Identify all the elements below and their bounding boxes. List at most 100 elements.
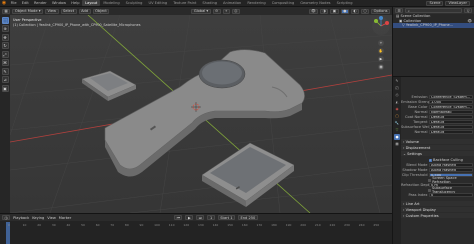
menu-window[interactable]: Window xyxy=(49,1,68,5)
section-line-art[interactable]: › Line Art xyxy=(401,201,474,206)
grid-icon[interactable]: ▦ xyxy=(378,64,384,70)
menu-object[interactable]: Object xyxy=(92,8,110,14)
tab-layout[interactable]: Layout xyxy=(82,0,101,6)
annotate-icon[interactable]: ✎ xyxy=(1,67,9,75)
section-settings[interactable]: ⌄ Settings xyxy=(401,151,474,156)
timeline-marker-menu[interactable]: Marker xyxy=(59,216,71,220)
add-cube-icon[interactable]: ▣ xyxy=(1,84,9,92)
scale-icon[interactable]: ⤢ xyxy=(1,50,9,58)
material-tab-icon[interactable]: ● xyxy=(394,134,400,140)
menu-file[interactable]: File xyxy=(8,1,19,5)
tab-modeling[interactable]: Modeling xyxy=(100,0,122,6)
mode-dropdown[interactable]: Object Mode ▾ xyxy=(12,8,43,14)
outliner-editor-type-icon[interactable]: ☰ xyxy=(395,8,404,13)
hand-icon[interactable]: ✋ xyxy=(378,48,384,54)
start-frame-field[interactable]: Start 1 xyxy=(217,215,235,220)
prop-value-field[interactable]: 1.000 xyxy=(429,100,473,105)
section-custom-properties[interactable]: › Custom Properties xyxy=(401,213,474,218)
world-tab-icon[interactable]: ◉ xyxy=(394,106,400,112)
current-frame-field[interactable]: 1 xyxy=(207,215,215,220)
scene-selector[interactable]: Scene xyxy=(426,0,444,6)
menu-select[interactable]: Select xyxy=(60,8,77,14)
subsurface-translucency-checkbox[interactable] xyxy=(428,188,431,192)
tab-scripting[interactable]: Scripting xyxy=(334,0,356,6)
data-tab-icon[interactable]: ▽ xyxy=(394,127,400,133)
outliner-search-input[interactable]: ⌕ xyxy=(405,8,463,13)
prop-value-field[interactable]: Default xyxy=(429,120,473,125)
prop-value-field[interactable]: Conference_System... xyxy=(429,105,473,110)
jump-end-icon[interactable]: ⏭ xyxy=(196,215,205,220)
prop-value-field[interactable]: Conference_System... xyxy=(429,95,473,100)
timeline-keying-menu[interactable]: Keying xyxy=(32,216,44,220)
section-volume[interactable]: › Volume xyxy=(401,139,474,144)
axis-gizmo-icon[interactable] xyxy=(370,15,392,37)
menu-help[interactable]: Help xyxy=(69,1,82,5)
snap-icon[interactable]: ⌖ xyxy=(222,8,230,14)
object-tab-icon[interactable]: ▢ xyxy=(394,113,400,119)
texture-tab-icon[interactable]: ▦ xyxy=(394,141,400,147)
view-layer-selector[interactable]: ViewLayer xyxy=(445,0,470,6)
shading-rendered-icon[interactable]: ○ xyxy=(360,8,370,14)
shading-solid-icon[interactable]: ● xyxy=(340,8,349,14)
play-icon[interactable]: ▶ xyxy=(185,215,194,220)
section-displacement[interactable]: › Displacement xyxy=(401,145,474,150)
visibility-icon[interactable]: 👁 xyxy=(308,8,319,14)
pass-index-field[interactable]: 0 xyxy=(429,193,473,198)
tab-texture-paint[interactable]: Texture Paint xyxy=(170,0,199,6)
section-viewport-display[interactable]: › Viewport Display xyxy=(401,207,474,212)
tab-compositing[interactable]: Compositing xyxy=(269,0,298,6)
prop-value-field[interactable]: NormalMap xyxy=(429,110,473,115)
transform-icon[interactable]: ⌘ xyxy=(1,59,9,66)
outliner-row-object[interactable]: ▽ Yealink_CP900_IP_Phone... xyxy=(393,23,474,28)
prop-row: Coat Normal Default xyxy=(401,115,474,120)
prop-value-field[interactable]: Default xyxy=(429,125,473,130)
modifier-tab-icon[interactable]: 🔧 xyxy=(394,120,400,126)
tab-rendering[interactable]: Rendering xyxy=(244,0,268,6)
tab-shading[interactable]: Shading xyxy=(199,0,220,6)
menu-edit[interactable]: Edit xyxy=(19,1,31,5)
menu-render[interactable]: Render xyxy=(31,1,49,5)
timeline-track-area[interactable]: 0 10 20 30 40 50 60 70 80 90 100 110 120 130 140 150 160… xyxy=(0,221,392,244)
tab-animation[interactable]: Animation xyxy=(220,0,244,6)
eye-icon[interactable]: 👁 xyxy=(467,19,474,23)
screen-space-refraction-checkbox[interactable] xyxy=(428,178,432,182)
render-tab-icon[interactable]: ◰ xyxy=(394,85,400,91)
shading-material-icon[interactable]: ◐ xyxy=(350,8,359,14)
filter-icon[interactable]: ▽ xyxy=(464,8,472,13)
tool-tab-icon[interactable]: ✎ xyxy=(394,78,400,84)
output-tab-icon[interactable]: ⎙ xyxy=(394,92,400,98)
3d-viewport[interactable]: User Perspective (1) Collection | Yealin… xyxy=(10,15,392,213)
blender-logo-icon[interactable]: ◉ xyxy=(0,0,8,7)
cursor-icon[interactable]: ⊕ xyxy=(1,25,9,32)
move-icon[interactable]: ✥ xyxy=(1,33,9,41)
menu-add[interactable]: Add xyxy=(78,8,91,14)
jump-start-icon[interactable]: ⏮ xyxy=(174,215,183,220)
options-dropdown[interactable]: Options xyxy=(371,8,390,14)
backface-culling-checkbox[interactable]: ✓ xyxy=(429,158,432,162)
xray-icon[interactable]: ▣ xyxy=(330,8,339,14)
rotate-icon[interactable]: ↻ xyxy=(1,42,9,49)
tab-sculpting[interactable]: Sculpting xyxy=(123,0,146,6)
timeline-view-menu[interactable]: View xyxy=(47,216,56,220)
prop-value-field[interactable]: Default xyxy=(429,115,473,120)
pivot-icon[interactable]: ⊙ xyxy=(212,8,221,14)
timeline-tick-label: 200 xyxy=(300,223,307,227)
select-box-icon[interactable]: ⬚ xyxy=(1,16,9,24)
camera-icon[interactable]: ▶ xyxy=(378,56,384,62)
timeline-editor-type-icon[interactable]: ◷ xyxy=(2,215,11,220)
tab-geometry-nodes[interactable]: Geometry Nodes xyxy=(297,0,333,6)
timeline-playback-menu[interactable]: Playback xyxy=(13,216,29,220)
scene-tab-icon[interactable]: ◭ xyxy=(394,99,400,105)
tab-uv-editing[interactable]: UV Editing xyxy=(145,0,170,6)
shadow-mode-dropdown[interactable]: Alpha Hashed xyxy=(429,168,473,173)
prop-value-field[interactable]: Default xyxy=(429,130,473,135)
blend-mode-dropdown[interactable]: Alpha Hashed xyxy=(429,163,473,168)
zoom-icon[interactable]: + xyxy=(378,40,384,46)
end-frame-field[interactable]: End 250 xyxy=(237,215,258,220)
overlays-icon[interactable]: ◑ xyxy=(320,8,329,14)
menu-view[interactable]: View xyxy=(45,8,59,14)
proportional-edit-icon[interactable]: ◎ xyxy=(231,8,240,14)
transform-orientation-dropdown[interactable]: Global ▾ xyxy=(191,8,211,14)
measure-icon[interactable]: ⊿ xyxy=(1,76,9,83)
editor-type-button[interactable]: ▦ xyxy=(2,8,11,14)
